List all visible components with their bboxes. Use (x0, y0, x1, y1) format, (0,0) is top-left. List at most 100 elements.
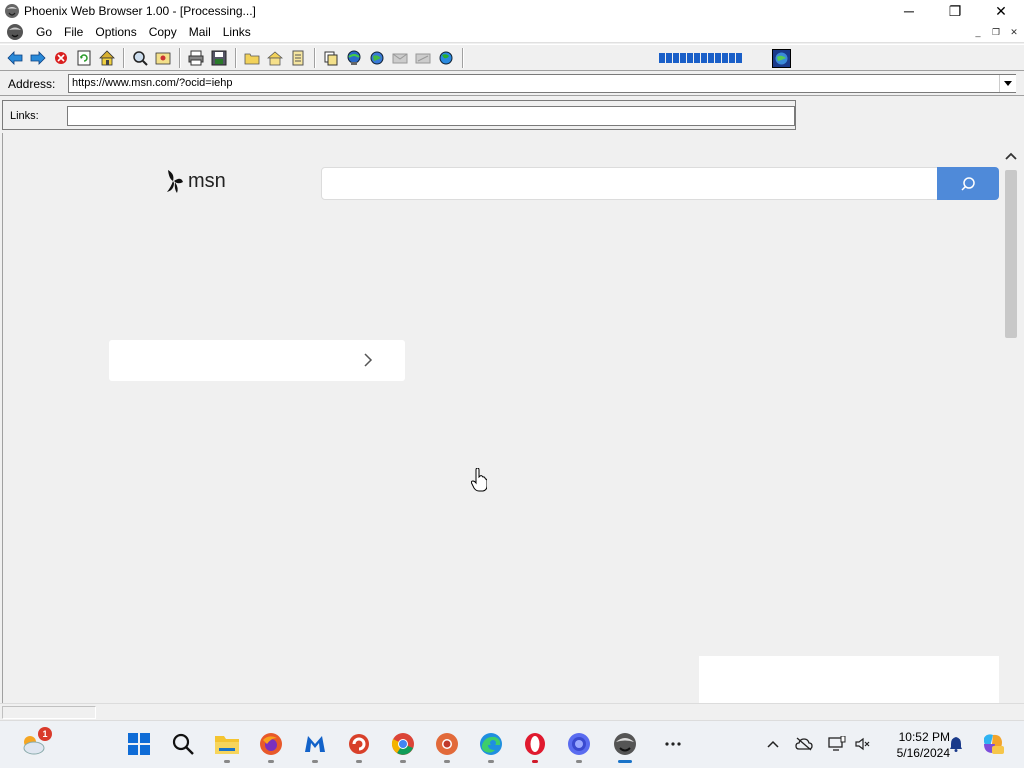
search-icon (961, 176, 975, 191)
chrome-icon[interactable] (390, 731, 416, 763)
msn-logo-text: msn (188, 169, 226, 192)
malwarebytes-icon[interactable] (302, 731, 328, 763)
show-hidden-icons-button[interactable] (764, 735, 782, 753)
minimize-button[interactable]: ─ (886, 0, 932, 22)
chromium-icon[interactable] (434, 731, 460, 763)
progress-segment (680, 53, 686, 63)
globe-icon[interactable] (366, 48, 388, 68)
system-clock[interactable]: 10:52 PM 5/16/2024 (880, 729, 950, 761)
phoenix-menu-icon[interactable] (6, 23, 24, 41)
scroll-up-button[interactable] (1003, 148, 1019, 164)
copilot-icon[interactable] (981, 732, 1005, 756)
notification-bell-icon[interactable] (947, 735, 965, 753)
maximize-button[interactable]: ❐ (932, 0, 978, 22)
network-icon[interactable] (343, 48, 365, 68)
running-indicator (532, 760, 538, 763)
running-indicator (268, 760, 274, 763)
progress-indicator (659, 53, 742, 63)
menu-file[interactable]: File (58, 25, 89, 39)
clock-time: 10:52 PM (898, 730, 950, 744)
menu-options[interactable]: Options (89, 25, 142, 39)
mail-icon[interactable] (389, 48, 411, 68)
home-icon[interactable] (96, 48, 118, 68)
content-card[interactable] (109, 340, 405, 381)
msn-search-button[interactable] (937, 167, 999, 200)
progress-segment (729, 53, 735, 63)
progress-segment (694, 53, 700, 63)
chevron-right-icon (364, 353, 373, 367)
hand-cursor-icon (471, 468, 487, 492)
activity-logo-icon (772, 49, 791, 68)
edge-icon[interactable] (478, 731, 504, 763)
address-label: Address: (8, 76, 56, 91)
links-input[interactable] (67, 106, 795, 126)
find-icon[interactable] (129, 48, 151, 68)
copy-icon[interactable] (320, 48, 342, 68)
more-icon[interactable] (660, 731, 686, 757)
progress-segment (722, 53, 728, 63)
mdi-restore-button[interactable]: ❐ (988, 25, 1004, 39)
title-bar: Phoenix Web Browser 1.00 - [Processing..… (0, 0, 1024, 22)
start-icon[interactable] (126, 731, 152, 757)
network-icon[interactable] (828, 735, 846, 753)
vertical-scrollbar[interactable] (1003, 148, 1019, 338)
weather-icon[interactable]: 1 (20, 727, 52, 757)
chevron-down-icon (1004, 81, 1012, 86)
print-icon[interactable] (185, 48, 207, 68)
progress-segment (701, 53, 707, 63)
menu-mail[interactable]: Mail (183, 25, 217, 39)
forward-icon[interactable] (27, 48, 49, 68)
ccleaner-icon[interactable] (346, 731, 372, 763)
volume-muted-icon[interactable] (853, 735, 871, 753)
chevron-up-icon (767, 740, 779, 748)
phoenix-browser-icon[interactable] (612, 731, 638, 763)
menu-bar: Go File Options Copy Mail Links _ ❐ ✕ (0, 22, 1024, 43)
open-icon[interactable] (152, 48, 174, 68)
toolbar-separator (462, 47, 464, 68)
history-icon[interactable] (287, 48, 309, 68)
menu-go[interactable]: Go (30, 25, 58, 39)
clock-date: 5/16/2024 (896, 746, 950, 760)
mdi-close-button[interactable]: ✕ (1006, 25, 1022, 39)
weather-notification-badge: 1 (38, 727, 52, 741)
toolbar-separator (179, 47, 181, 68)
active-indicator (618, 760, 632, 763)
address-input[interactable]: https://www.msn.com/?ocid=iehp (68, 74, 1016, 93)
progress-segment (687, 53, 693, 63)
page-content: msn (2, 133, 1022, 704)
close-button[interactable]: ✕ (978, 0, 1024, 22)
running-indicator (400, 760, 406, 763)
save-icon[interactable] (208, 48, 230, 68)
mdi-minimize-button[interactable]: _ (970, 25, 986, 39)
world-icon[interactable] (435, 48, 457, 68)
refresh-icon[interactable] (73, 48, 95, 68)
onedrive-offline-icon[interactable] (795, 735, 813, 753)
toolbar-separator (123, 47, 125, 68)
running-indicator (576, 760, 582, 763)
stop-icon[interactable] (50, 48, 72, 68)
progress-segment (708, 53, 714, 63)
firefox-icon[interactable] (258, 731, 284, 763)
bottom-panel (699, 656, 999, 704)
home-folder-icon[interactable] (264, 48, 286, 68)
links-bar: Links: (2, 100, 796, 130)
menu-links[interactable]: Links (217, 25, 257, 39)
progress-segment (673, 53, 679, 63)
address-dropdown-button[interactable] (999, 75, 1016, 92)
file-explorer-icon[interactable] (214, 731, 240, 763)
search-icon[interactable] (170, 731, 196, 757)
back-icon[interactable] (4, 48, 26, 68)
msn-search-input[interactable] (321, 167, 939, 200)
scrollbar-thumb[interactable] (1005, 170, 1017, 338)
toolbar (0, 44, 1024, 71)
favorites-folder-icon[interactable] (241, 48, 263, 68)
msn-logo[interactable]: msn (165, 168, 226, 194)
window-title: Phoenix Web Browser 1.00 - [Processing..… (24, 4, 256, 18)
msn-butterfly-icon (167, 170, 183, 193)
running-indicator (224, 760, 230, 763)
send-icon[interactable] (412, 48, 434, 68)
opera-icon[interactable] (522, 731, 548, 763)
browser-icon[interactable] (566, 731, 592, 763)
links-label: Links: (10, 110, 39, 122)
menu-copy[interactable]: Copy (143, 25, 183, 39)
